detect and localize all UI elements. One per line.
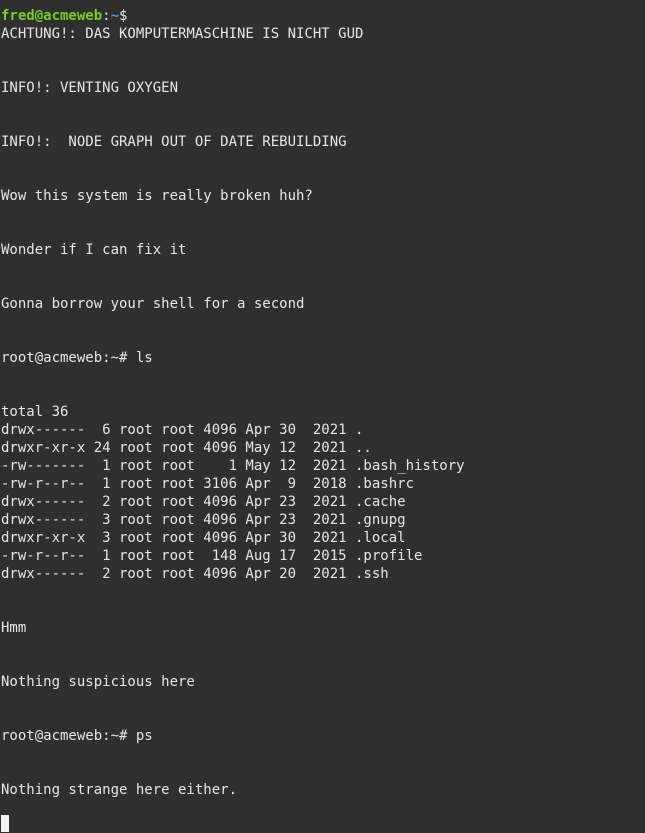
output-line-borrow: Gonna borrow your shell for a second (1, 296, 305, 312)
output-line-achtung: ACHTUNG!: DAS KOMPUTERMASCHINE IS NICHT … (1, 26, 364, 42)
ls-row: drwx------ 6 root root 4096 Apr 30 2021 … (1, 422, 364, 438)
output-line-fix: Wonder if I can fix it (1, 242, 187, 258)
prompt-separator: : (102, 8, 111, 24)
ls-row: drwxr-xr-x 24 root root 4096 May 12 2021… (1, 440, 372, 456)
ls-row: -rw------- 1 root root 1 May 12 2021 .ba… (1, 458, 465, 474)
output-line-root-ps: root@acmeweb:~# ps (1, 728, 153, 744)
output-line-broken: Wow this system is really broken huh? (1, 188, 313, 204)
output-line-node-graph: INFO!: NODE GRAPH OUT OF DATE REBUILDING (1, 134, 347, 150)
ls-row: drwx------ 3 root root 4096 Apr 23 2021 … (1, 512, 406, 528)
prompt-line: fred@acmeweb:~$ (1, 7, 645, 25)
ls-row: -rw-r--r-- 1 root root 148 Aug 17 2015 .… (1, 548, 423, 564)
ls-row: drwx------ 2 root root 4096 Apr 20 2021 … (1, 566, 389, 582)
prompt-user-host: fred@acmeweb (1, 8, 103, 24)
ls-row: drwx------ 2 root root 4096 Apr 23 2021 … (1, 494, 406, 510)
text-cursor (1, 815, 9, 832)
prompt-symbol: $ (119, 8, 128, 24)
output-line-total: total 36 (1, 404, 69, 420)
output-line-root-ls: root@acmeweb:~# ls (1, 350, 153, 366)
terminal-window[interactable]: fred@acmeweb:~$ ACHTUNG!: DAS KOMPUTERMA… (0, 0, 645, 833)
ls-row: -rw-r--r-- 1 root root 3106 Apr 9 2018 .… (1, 476, 415, 492)
output-line-nothing-suspicious: Nothing suspicious here (1, 674, 195, 690)
output-line-nothing-strange: Nothing strange here either. (1, 782, 238, 798)
prompt-path: ~ (110, 8, 120, 24)
ls-row: drwxr-xr-x 3 root root 4096 Apr 30 2021 … (1, 530, 406, 546)
output-line-hmm: Hmm (1, 620, 27, 636)
output-line-venting: INFO!: VENTING OXYGEN (1, 80, 179, 96)
